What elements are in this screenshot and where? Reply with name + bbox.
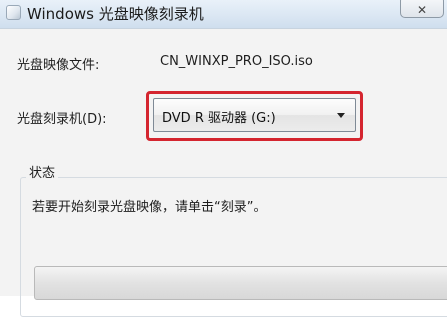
dialog-content: 光盘映像文件: CN_WINXP_PRO_ISO.iso 光盘刻录机(D): D… <box>0 29 447 317</box>
burner-window: Windows 光盘映像刻录机 ✕ 光盘映像文件: CN_WINXP_PRO_I… <box>0 0 447 317</box>
status-group-title: 状态 <box>26 162 59 181</box>
chevron-down-icon <box>337 113 345 118</box>
burner-dropdown[interactable]: DVD R 驱动器 (G:) <box>153 98 356 132</box>
window-title: Windows 光盘映像刻录机 <box>27 5 204 23</box>
burner-label: 光盘刻录机(D): <box>17 112 107 127</box>
burner-dropdown-value: DVD R 驱动器 (G:) <box>162 111 276 126</box>
disc-burner-app-icon <box>6 5 21 20</box>
burn-progress-bar <box>34 266 447 300</box>
image-file-value: CN_WINXP_PRO_ISO.iso <box>160 54 313 69</box>
title-bar[interactable]: Windows 光盘映像刻录机 ✕ <box>0 0 447 29</box>
status-message: 若要开始刻录光盘映像，请单击“刻录”。 <box>32 200 267 215</box>
close-button[interactable]: ✕ <box>400 0 444 18</box>
image-file-label: 光盘映像文件: <box>17 58 100 73</box>
